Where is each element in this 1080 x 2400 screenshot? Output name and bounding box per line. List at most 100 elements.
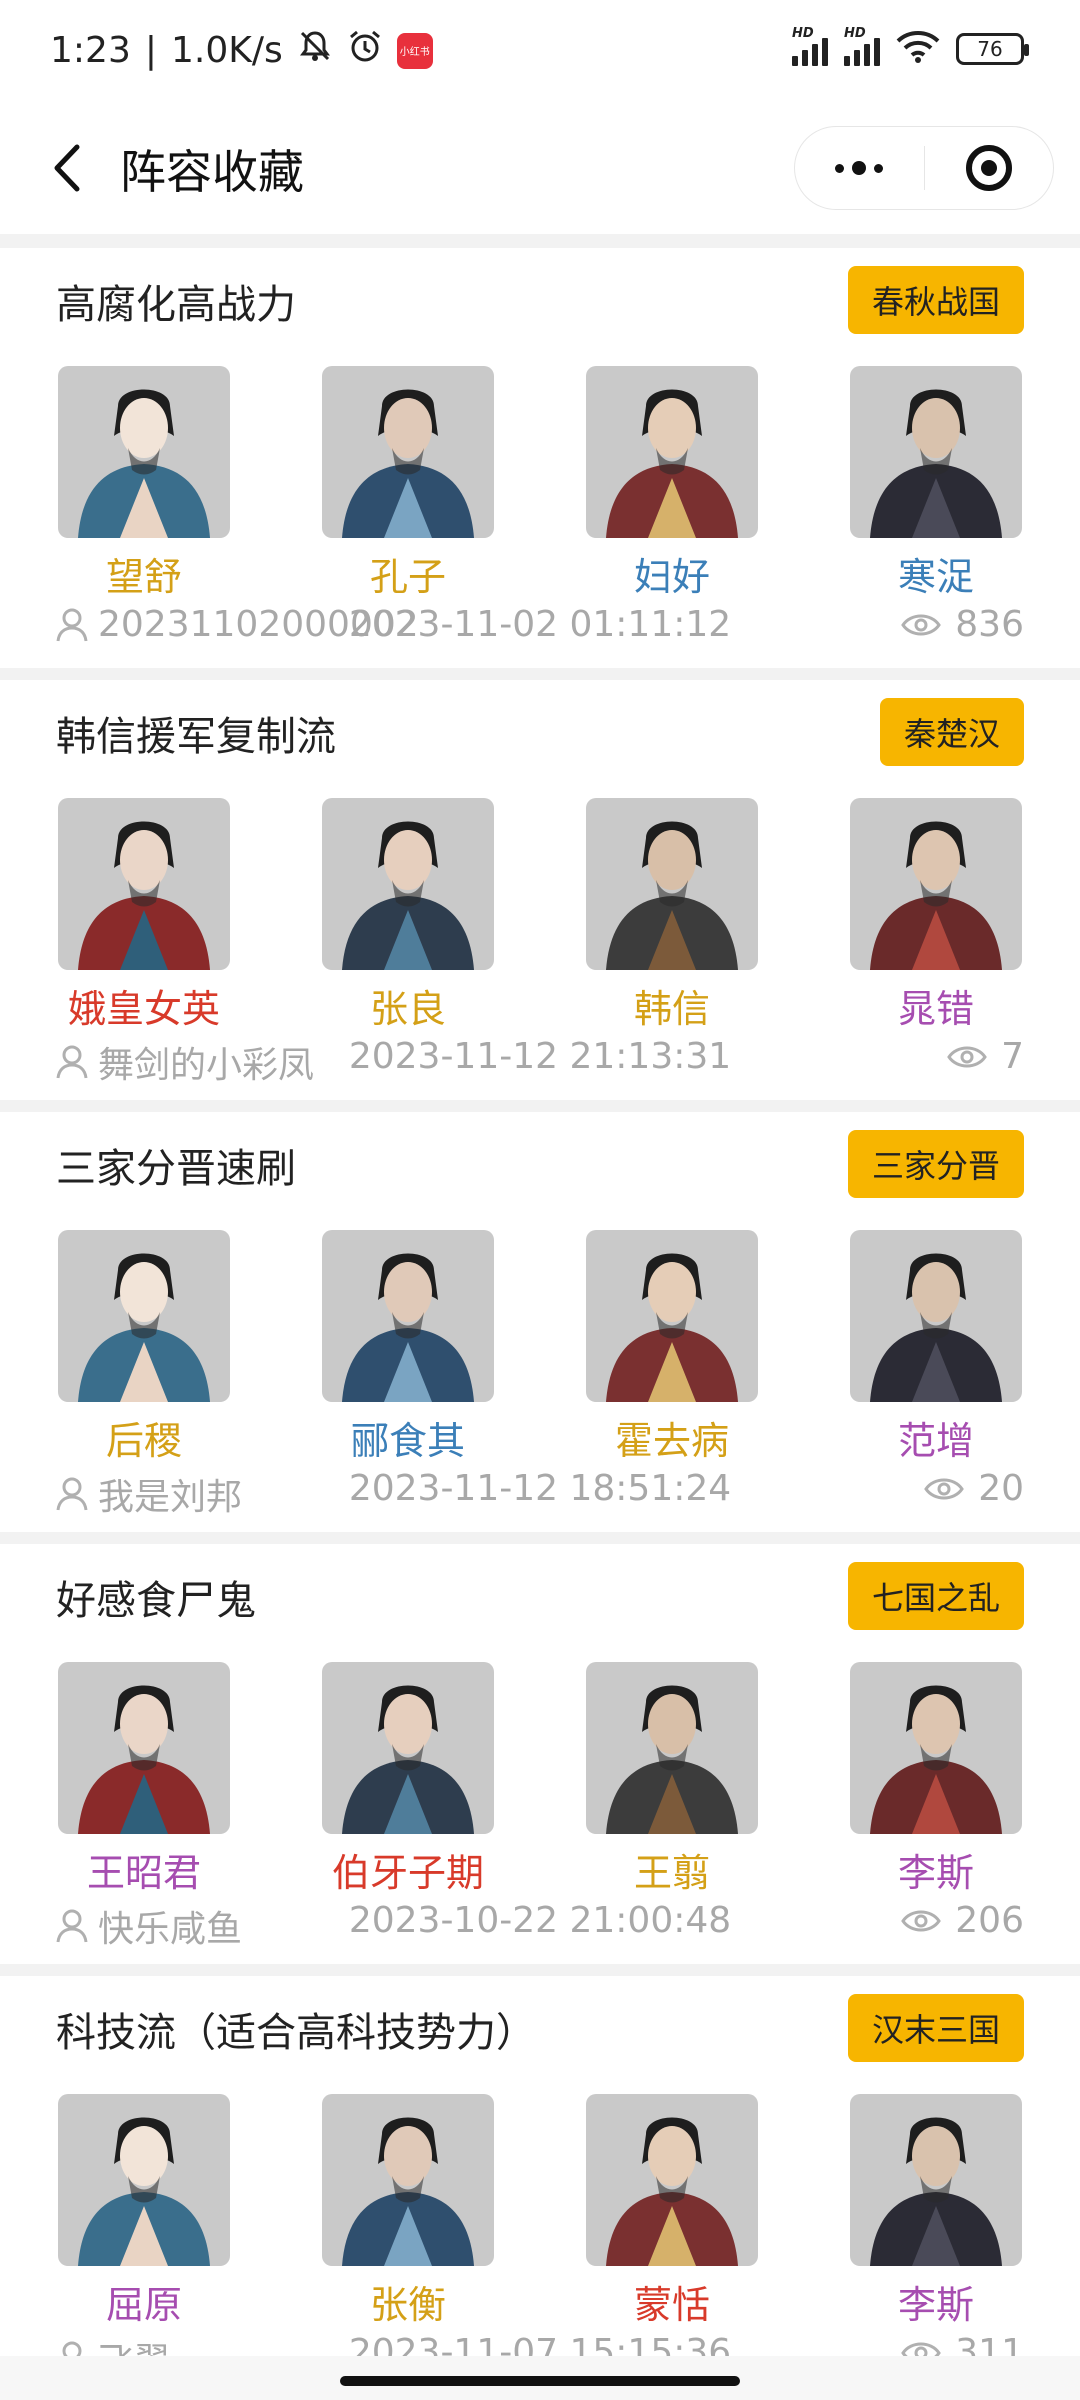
hero-item[interactable]: 李斯 [848, 1662, 1024, 1897]
hero-portrait[interactable] [586, 366, 758, 538]
hero-item[interactable]: 王昭君 [56, 1662, 232, 1897]
hero-item[interactable]: 晁错 [848, 798, 1024, 1033]
hero-name: 伯牙子期 [331, 1851, 484, 1895]
hero-portrait[interactable] [58, 1230, 230, 1402]
back-button[interactable] [36, 138, 96, 198]
hero-item[interactable]: 张良 [320, 798, 496, 1033]
nav-bar: 阵容收藏 [0, 100, 1080, 234]
eye-icon [947, 1046, 987, 1067]
app-notification-badge: 小红书 [396, 32, 433, 69]
hero-portrait[interactable] [850, 1230, 1022, 1402]
hero-portrait[interactable] [322, 1230, 494, 1402]
view-count: 206 [901, 1900, 1024, 1941]
lineup-title: 高腐化高战力 [56, 282, 296, 328]
hero-name: 韩信 [633, 987, 710, 1031]
lineup-meta: 飞翠2023-11-07 15:15:36311 [56, 2332, 1024, 2356]
hero-item[interactable]: 娥皇女英 [56, 798, 232, 1033]
eye-icon [901, 2342, 942, 2356]
created-time: 2023-10-22 21:00:48 [348, 1900, 732, 1941]
hero-row: 王昭君 伯牙子期 王翦 李斯 [56, 1662, 1024, 1897]
lineup-meta: 20231102000002 2023-11-02 01:11:12 836 [56, 604, 1024, 654]
hero-item[interactable]: 蒙恬 [584, 2094, 760, 2329]
status-time: 1:23 [50, 30, 131, 71]
hero-portrait[interactable] [850, 798, 1022, 970]
hero-name: 屈原 [105, 2283, 182, 2327]
home-indicator[interactable] [340, 2376, 740, 2386]
status-divider: | [144, 30, 157, 71]
era-tag[interactable]: 秦楚汉 [879, 698, 1024, 766]
eye-icon [901, 614, 942, 635]
hero-name: 郦食其 [350, 1419, 465, 1463]
lineup-title: 好感食尸鬼 [56, 1578, 256, 1624]
hero-portrait[interactable] [58, 366, 230, 538]
lineup-meta: 我是刘邦 2023-11-12 18:51:24 20 [56, 1468, 1024, 1518]
hero-item[interactable]: 郦食其 [320, 1230, 496, 1465]
hero-portrait[interactable] [58, 1662, 230, 1834]
lineup-meta: 舞剑的小彩凤 2023-11-12 21:13:31 7 [56, 1036, 1024, 1086]
lineup-card[interactable]: 科技流（适合高科技势力）汉末三国屈原张衡蒙恬李斯飞翠2023-11-07 15:… [0, 1976, 1080, 2356]
view-count-value: 20 [978, 1468, 1024, 1509]
hero-portrait[interactable] [850, 366, 1022, 538]
lineup-title: 三家分晋速刷 [56, 1146, 296, 1192]
view-count-value: 7 [1001, 1036, 1024, 1077]
hero-portrait[interactable] [586, 798, 758, 970]
view-count: 836 [901, 604, 1024, 645]
lineup-card[interactable]: 高腐化高战力 春秋战国望舒 孔子 妇好 寒浞 20231102000002 2023-11-… [0, 248, 1080, 668]
hero-name: 后稷 [105, 1419, 182, 1463]
hero-portrait[interactable] [322, 1662, 494, 1834]
hero-portrait[interactable] [322, 366, 494, 538]
era-tag[interactable]: 七国之乱 [847, 1562, 1024, 1630]
signal-icon-2: HD [844, 26, 880, 66]
hero-portrait[interactable] [58, 798, 230, 970]
hero-item[interactable]: 孔子 [320, 366, 496, 601]
lineup-list[interactable]: 高腐化高战力 春秋战国望舒 孔子 妇好 寒浞 20231102000002 2023-11-… [0, 234, 1080, 2356]
hero-item[interactable]: 张衡 [320, 2094, 496, 2329]
close-program-button[interactable] [925, 127, 1054, 209]
hero-name: 望舒 [105, 555, 182, 599]
lineup-title: 韩信援军复制流 [56, 714, 336, 760]
era-tag[interactable]: 汉末三国 [847, 1994, 1024, 2062]
lineup-card[interactable]: 好感食尸鬼 七国之乱 王昭君 伯牙子期 王翦 李斯 快乐咸鱼 2023-10-22 21:00… [0, 1544, 1080, 1964]
page-title: 阵容收藏 [120, 145, 304, 199]
hero-item[interactable]: 妇好 [584, 366, 760, 601]
hero-item[interactable]: 伯牙子期 [320, 1662, 496, 1897]
hero-portrait[interactable] [586, 1662, 758, 1834]
hero-item[interactable]: 李斯 [848, 2094, 1024, 2329]
created-time: 2023-11-12 21:13:31 [348, 1036, 732, 1077]
hero-item[interactable]: 后稷 [56, 1230, 232, 1465]
hero-item[interactable]: 王翦 [584, 1662, 760, 1897]
view-count-value: 311 [955, 2332, 1024, 2356]
hero-item[interactable]: 霍去病 [584, 1230, 760, 1465]
wifi-icon [896, 30, 940, 68]
hero-item[interactable]: 范增 [848, 1230, 1024, 1465]
lineup-card[interactable]: 韩信援军复制流 秦楚汉 娥皇女英 张良 韩信 晁错 舞剑的小彩凤 2023-11-12 21:… [0, 680, 1080, 1100]
hero-portrait[interactable] [322, 798, 494, 970]
view-count: 20 [924, 1468, 1024, 1509]
hero-name: 李斯 [897, 1851, 974, 1895]
hero-name: 张衡 [369, 2283, 446, 2327]
hero-portrait[interactable] [586, 2094, 758, 2266]
hero-row: 娥皇女英 张良 韩信 晁错 [56, 798, 1024, 1033]
hero-item[interactable]: 屈原 [56, 2094, 232, 2329]
hero-name: 王翦 [633, 1851, 710, 1895]
era-tag[interactable]: 三家分晋 [847, 1130, 1024, 1198]
created-time: 2023-11-12 18:51:24 [348, 1468, 732, 1509]
hero-item[interactable]: 韩信 [584, 798, 760, 1033]
more-button[interactable] [795, 127, 924, 209]
hero-item[interactable]: 寒浞 [848, 366, 1024, 601]
hero-portrait[interactable] [58, 2094, 230, 2266]
hero-portrait[interactable] [850, 2094, 1022, 2266]
hero-portrait[interactable] [586, 1230, 758, 1402]
hero-item[interactable]: 望舒 [56, 366, 232, 601]
hero-name: 孔子 [369, 555, 446, 599]
hero-portrait[interactable] [322, 2094, 494, 2266]
more-dots-icon [835, 161, 884, 175]
battery-level: 76 [977, 37, 1003, 61]
lineup-card[interactable]: 三家分晋速刷 三家分晋 后稷 郦食其 霍去病 范增 我是刘邦 2023-11-12 18:51… [0, 1112, 1080, 1532]
hero-portrait[interactable] [850, 1662, 1022, 1834]
view-count-value: 206 [955, 1900, 1024, 1941]
era-tag[interactable]: 春秋战国 [847, 266, 1024, 334]
view-count-value: 836 [955, 604, 1024, 645]
lineup-meta: 快乐咸鱼 2023-10-22 21:00:48 206 [56, 1900, 1024, 1950]
signal-icon: HD [792, 26, 828, 66]
